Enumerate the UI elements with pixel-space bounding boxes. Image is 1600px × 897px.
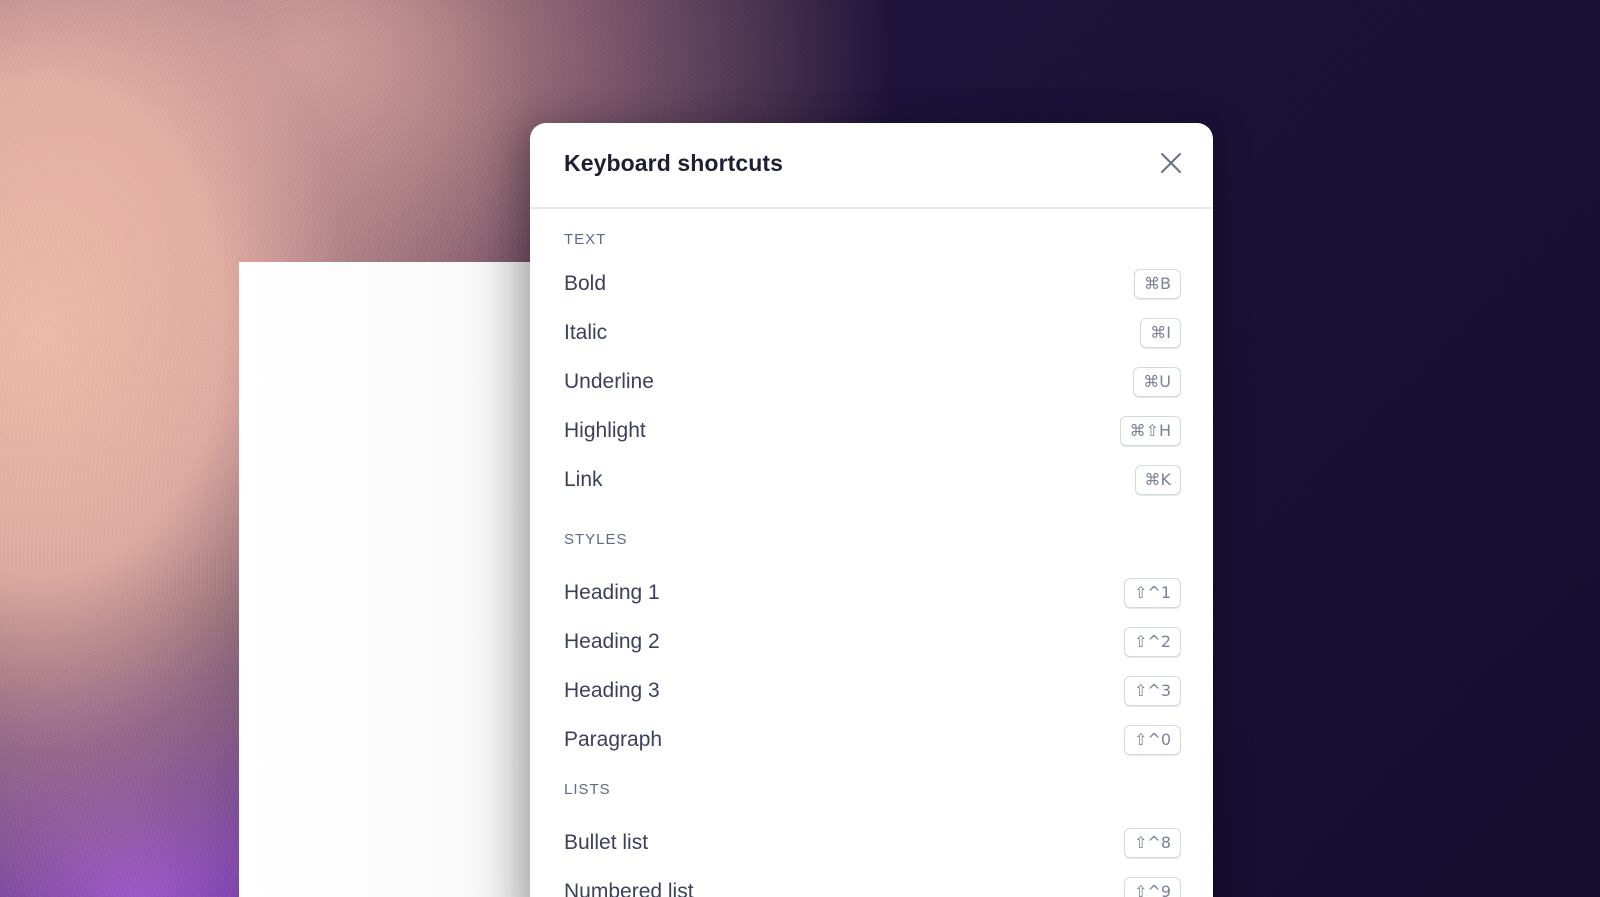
shortcut-row-bullet-list: Bullet list ⇧^8 — [564, 818, 1181, 867]
shortcut-row-paragraph: Paragraph ⇧^0 — [564, 715, 1181, 764]
section-heading: LISTS — [564, 781, 611, 798]
shortcut-label: Heading 2 — [564, 629, 660, 653]
shortcut-row-numbered-list: Numbered list ⇧^9 — [564, 867, 1181, 897]
shortcut-label: Heading 1 — [564, 580, 660, 604]
shortcut-row-heading-2: Heading 2 ⇧^2 — [564, 617, 1181, 666]
shortcut-key: ⇧^1 — [1124, 577, 1181, 608]
close-button[interactable] — [1155, 147, 1187, 179]
shortcut-label: Paragraph — [564, 727, 663, 751]
section-heading: STYLES — [564, 531, 628, 548]
shortcut-row-bold: Bold ⌘B — [564, 259, 1181, 308]
shortcut-label: Highlight — [564, 418, 646, 442]
shortcut-row-link: Link ⌘K — [564, 455, 1181, 504]
shortcut-key: ⇧^0 — [1124, 724, 1181, 755]
shortcut-key: ⌘⇧H — [1119, 415, 1181, 446]
shortcut-row-italic: Italic ⌘I — [564, 308, 1181, 357]
shortcut-key: ⇧^2 — [1124, 626, 1181, 657]
shortcut-label: Link — [564, 467, 603, 491]
dialog-header: Keyboard shortcuts — [530, 123, 1213, 209]
shortcut-row-highlight: Highlight ⌘⇧H — [564, 406, 1181, 455]
keyboard-shortcuts-dialog: Keyboard shortcuts TEXT Bold ⌘B Italic ⌘… — [530, 123, 1213, 897]
shortcut-key: ⌘B — [1134, 268, 1181, 299]
shortcut-key: ⌘K — [1134, 464, 1181, 495]
section-lists: LISTS Bullet list ⇧^8 Numbered list ⇧^9 — [564, 780, 1181, 897]
shortcut-label: Bullet list — [564, 830, 649, 854]
dialog-title: Keyboard shortcuts — [564, 150, 784, 176]
shortcut-key: ⇧^8 — [1124, 827, 1181, 858]
shortcut-label: Italic — [564, 320, 608, 344]
shortcut-key: ⇧^3 — [1124, 675, 1181, 706]
section-text: TEXT Bold ⌘B Italic ⌘I Underline ⌘U High… — [564, 230, 1181, 504]
shortcut-row-heading-1: Heading 1 ⇧^1 — [564, 568, 1181, 617]
shortcut-row-heading-3: Heading 3 ⇧^3 — [564, 666, 1181, 715]
shortcut-key: ⌘I — [1140, 317, 1181, 348]
section-heading: TEXT — [564, 231, 607, 248]
shortcut-key: ⌘U — [1133, 366, 1181, 397]
shortcut-key: ⇧^9 — [1124, 876, 1181, 897]
shortcut-label: Underline — [564, 369, 654, 393]
close-icon — [1161, 153, 1181, 173]
shortcut-label: Heading 3 — [564, 678, 660, 702]
shortcut-row-underline: Underline ⌘U — [564, 357, 1181, 406]
section-styles: STYLES Heading 1 ⇧^1 Heading 2 ⇧^2 Headi… — [564, 530, 1181, 764]
shortcut-label: Numbered list — [564, 879, 694, 897]
shortcut-label: Bold — [564, 271, 607, 295]
